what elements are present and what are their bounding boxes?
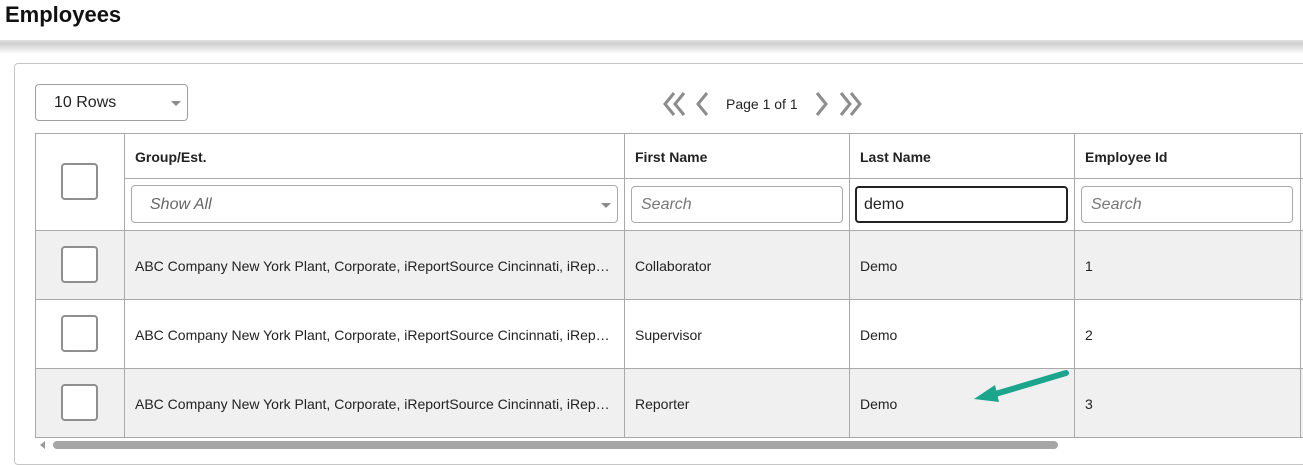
column-header-first-name[interactable]: First Name — [635, 149, 707, 165]
page-title: Employees — [5, 2, 122, 27]
double-chevron-right-icon — [839, 92, 862, 116]
rows-per-page-value: 10 Rows — [54, 94, 117, 111]
select-all-checkbox[interactable] — [61, 163, 98, 200]
double-chevron-left-icon — [663, 92, 686, 116]
group-filter-value: Show All — [150, 196, 212, 213]
first-page-button[interactable] — [662, 90, 688, 118]
grid-line — [1300, 133, 1301, 438]
grid-line — [35, 230, 1303, 231]
employee-id-search-input[interactable] — [1081, 186, 1293, 223]
annotation-arrow-icon — [968, 364, 1074, 413]
first-name-search-input[interactable] — [631, 186, 843, 223]
page-indicator: Page 1 of 1 — [726, 96, 798, 112]
group-filter-select[interactable]: Show All — [131, 185, 618, 223]
row-checkbox[interactable] — [61, 384, 98, 421]
cell-employee-id: 2 — [1085, 327, 1093, 343]
chevron-down-icon — [171, 101, 181, 106]
chevron-left-icon — [696, 92, 709, 116]
grid-line — [124, 133, 125, 438]
cell-first-name: Supervisor — [635, 327, 702, 343]
chevron-right-icon — [815, 92, 828, 116]
chevron-down-icon — [601, 203, 611, 208]
column-header-last-name[interactable]: Last Name — [860, 149, 931, 165]
scroll-left-icon[interactable] — [40, 441, 45, 449]
grid-line — [35, 299, 1303, 300]
cell-group: ABC Company New York Plant, Corporate, i… — [135, 396, 613, 412]
grid-line — [35, 133, 1303, 134]
column-header-group[interactable]: Group/Est. — [135, 149, 207, 165]
cell-last-name: Demo — [860, 258, 898, 274]
cell-first-name: Reporter — [635, 396, 690, 412]
header-divider — [0, 40, 1303, 54]
grid-line — [35, 368, 1303, 369]
cell-first-name: Collaborator — [635, 258, 712, 274]
row-checkbox[interactable] — [61, 315, 98, 352]
rows-per-page-select[interactable]: 10 Rows — [35, 84, 188, 121]
grid-line — [35, 133, 36, 438]
cell-group: ABC Company New York Plant, Corporate, i… — [135, 327, 613, 343]
cell-last-name: Demo — [860, 327, 898, 343]
cell-group: ABC Company New York Plant, Corporate, i… — [135, 258, 613, 274]
scrollbar-thumb[interactable] — [53, 441, 1058, 449]
cell-employee-id: 3 — [1085, 396, 1093, 412]
grid-line — [1074, 133, 1075, 438]
grid-line — [124, 178, 1303, 179]
next-page-button[interactable] — [814, 90, 830, 118]
previous-page-button[interactable] — [694, 90, 710, 118]
last-name-search-input[interactable] — [855, 186, 1068, 223]
grid-line — [849, 133, 850, 438]
row-checkbox[interactable] — [61, 246, 98, 283]
cell-employee-id: 1 — [1085, 258, 1093, 274]
column-header-employee-id[interactable]: Employee Id — [1085, 149, 1167, 165]
grid-line — [624, 133, 625, 438]
last-page-button[interactable] — [837, 90, 863, 118]
